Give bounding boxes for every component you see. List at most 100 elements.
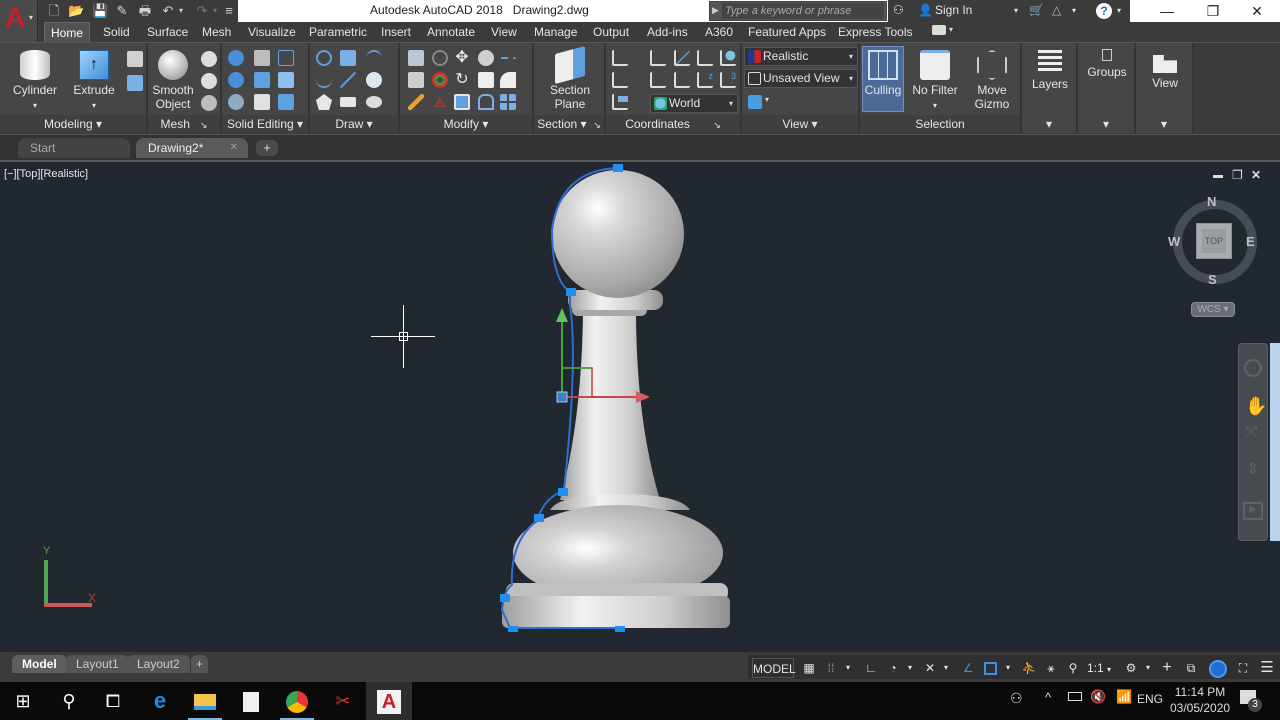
arc-icon[interactable]: [366, 50, 382, 66]
layers-button[interactable]: Layers: [1026, 47, 1074, 91]
sign-in-dropdown-icon[interactable]: ▾: [1014, 6, 1018, 15]
tab-visualize[interactable]: Visualize: [242, 22, 302, 42]
tab-express-tools[interactable]: Express Tools: [832, 22, 918, 42]
panel-label-view[interactable]: View ▾: [742, 115, 858, 133]
panel-label-modify[interactable]: Modify ▾: [400, 115, 532, 133]
fillet-icon[interactable]: [500, 72, 516, 88]
rotate-icon[interactable]: ↻: [454, 72, 470, 88]
save-as-icon[interactable]: ✎: [114, 3, 130, 19]
ucs-previous-icon[interactable]: [650, 72, 666, 88]
close-tab-icon[interactable]: ✕: [230, 138, 238, 158]
panel-view-2[interactable]: View ▾: [1136, 43, 1194, 133]
snap-dropdown-icon[interactable]: ▾: [842, 658, 854, 678]
subtract-icon[interactable]: [228, 72, 244, 88]
tab-home[interactable]: Home: [44, 22, 91, 42]
user-icon[interactable]: 👤: [918, 3, 933, 17]
ucs-x-icon[interactable]: [612, 72, 628, 88]
compass-north[interactable]: N: [1207, 194, 1216, 209]
undo-dropdown-icon[interactable]: ▾: [176, 3, 186, 19]
annotation-scale-icon[interactable]: ⚲: [1064, 658, 1082, 678]
dialog-launcher-icon[interactable]: ↘: [593, 120, 601, 130]
a360-icon[interactable]: △: [1052, 3, 1061, 17]
align-icon[interactable]: [408, 72, 424, 88]
tab-add-ins[interactable]: Add-ins: [641, 22, 694, 42]
search-box[interactable]: ▶: [709, 1, 887, 21]
tab-view[interactable]: View: [485, 22, 523, 42]
maximize-button[interactable]: ❐: [1190, 0, 1236, 22]
windows-start-icon[interactable]: ⊞: [0, 682, 46, 720]
chevron-down-icon[interactable]: ▾: [765, 95, 773, 111]
tab-parametric[interactable]: Parametric: [303, 22, 373, 42]
object-snap-tracking-icon[interactable]: ∠: [958, 658, 978, 678]
show-hidden-icons[interactable]: ^: [1045, 690, 1051, 705]
task-view-icon[interactable]: ⧠: [90, 682, 136, 720]
slice-icon[interactable]: [254, 72, 270, 88]
customize-toolbar-icon[interactable]: ≡: [224, 3, 234, 19]
3d-move-icon[interactable]: [432, 50, 448, 66]
chevron-down-icon[interactable]: ▾: [1078, 115, 1134, 133]
tab-insert[interactable]: Insert: [375, 22, 417, 42]
new-tab-button[interactable]: +: [256, 140, 278, 156]
object-snap-icon[interactable]: [981, 658, 999, 678]
binoculars-icon[interactable]: ⚇: [893, 3, 904, 17]
tab-a360[interactable]: A360: [699, 22, 739, 42]
orbit-icon[interactable]: ⇕: [1246, 459, 1259, 479]
polar-dropdown-icon[interactable]: ▾: [904, 658, 916, 678]
viewcube[interactable]: TOP: [1196, 223, 1232, 259]
smooth-more-icon[interactable]: [201, 51, 217, 67]
annotation-visibility-icon[interactable]: ⛹: [1020, 658, 1038, 678]
edge-icon[interactable]: e: [137, 682, 183, 720]
panel-groups[interactable]: Groups ▾: [1078, 43, 1136, 133]
helix-icon[interactable]: [340, 50, 356, 66]
file-explorer-icon[interactable]: [182, 682, 228, 720]
view-button[interactable]: View: [1140, 47, 1190, 90]
pan-hand-icon[interactable]: ✋: [1245, 396, 1267, 417]
panel-label-solid-editing[interactable]: Solid Editing ▾: [222, 115, 308, 133]
volume-muted-icon[interactable]: 🔇: [1090, 689, 1106, 705]
move-icon[interactable]: ✥: [454, 50, 470, 66]
smooth-less-icon[interactable]: [201, 73, 217, 89]
panel-label-draw[interactable]: Draw ▾: [310, 115, 398, 133]
minimize-button[interactable]: —: [1144, 0, 1190, 22]
clean-screen-icon[interactable]: ⛶: [1234, 658, 1252, 678]
close-button[interactable]: ✕: [1234, 0, 1280, 22]
groups-button[interactable]: Groups: [1082, 47, 1132, 79]
polyline-icon[interactable]: [316, 50, 332, 66]
osnap-dropdown-icon[interactable]: ▾: [1002, 658, 1014, 678]
isodraft-icon[interactable]: ✕: [920, 658, 940, 678]
ellipse-icon[interactable]: [366, 96, 382, 108]
autocad-taskbar-icon[interactable]: A: [366, 682, 412, 720]
spline-icon[interactable]: [316, 72, 332, 88]
ucs-named-icon[interactable]: [650, 50, 666, 66]
separate-icon[interactable]: [278, 94, 294, 110]
ucs-dropdown[interactable]: World ▾: [650, 94, 738, 113]
3d-scale-icon[interactable]: ⟁: [432, 94, 448, 110]
snipping-tool-icon[interactable]: ✂: [320, 682, 366, 720]
scale-icon[interactable]: [454, 94, 470, 110]
wifi-icon[interactable]: 📶: [1116, 689, 1132, 705]
trim-icon[interactable]: [500, 57, 516, 61]
application-menu-button[interactable]: A ▾: [0, 0, 38, 42]
tab-surface[interactable]: Surface: [141, 22, 194, 42]
file-tab-drawing2[interactable]: Drawing2* ✕: [136, 138, 248, 158]
isodraft-dropdown-icon[interactable]: ▾: [940, 658, 952, 678]
chevron-down-icon[interactable]: ▾: [1022, 115, 1076, 133]
chrome-icon[interactable]: [274, 682, 320, 720]
calculator-icon[interactable]: [228, 682, 274, 720]
redo-icon[interactable]: ↷: [194, 3, 210, 19]
array-icon[interactable]: [500, 94, 516, 110]
polar-icon[interactable]: ◔: [884, 658, 902, 678]
a360-dropdown-icon[interactable]: ▾: [1072, 6, 1076, 15]
steeringwheel-icon[interactable]: [1244, 359, 1262, 377]
add-layout-button[interactable]: +: [191, 655, 209, 673]
new-icon[interactable]: 🗋: [46, 3, 62, 19]
expand-arrow-icon[interactable]: ▶: [712, 5, 719, 16]
tab-output[interactable]: Output: [587, 22, 635, 42]
compass-west[interactable]: W: [1168, 234, 1180, 249]
layout-tab-layout2[interactable]: Layout2: [127, 655, 190, 673]
cart-icon[interactable]: 🛒: [1029, 3, 1044, 17]
clock[interactable]: 11:14 PM 03/05/2020: [1170, 684, 1230, 716]
redo-dropdown-icon[interactable]: ▾: [210, 3, 220, 19]
viewport-close-icon[interactable]: ✕: [1251, 168, 1261, 182]
panel-layers[interactable]: Layers ▾: [1022, 43, 1078, 133]
